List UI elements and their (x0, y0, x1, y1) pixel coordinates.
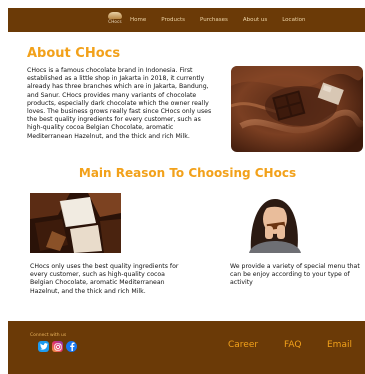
main-reason-title: Main Reason To Choosing CHocs (78, 166, 297, 180)
nav-about-us[interactable]: About us (243, 17, 267, 23)
footer-email-link[interactable]: Email (327, 340, 352, 350)
footer-career-link[interactable]: Career (228, 340, 258, 350)
chocolate-pieces-image (30, 193, 121, 253)
instagram-icon[interactable] (52, 341, 63, 352)
nav-links: Home Products Purchases About us Locatio… (130, 8, 320, 32)
top-navbar: CHocs Home Products Purchases About us L… (8, 8, 365, 32)
facebook-icon[interactable] (66, 341, 77, 352)
reason-menu-text: We provide a variety of special menu tha… (230, 263, 360, 287)
nav-home[interactable]: Home (130, 17, 146, 23)
about-title: About CHocs (27, 46, 121, 61)
logo-text: CHocs (108, 19, 122, 24)
twitter-icon[interactable] (38, 341, 49, 352)
chocs-logo[interactable]: CHocs (103, 12, 127, 28)
about-description: CHocs is a famous chocolate brand in Ind… (27, 67, 212, 140)
nav-purchases[interactable]: Purchases (200, 17, 228, 23)
nav-products[interactable]: Products (161, 17, 185, 23)
social-links (38, 341, 77, 352)
footer-faq-link[interactable]: FAQ (284, 340, 301, 350)
chocolate-logo-icon (108, 12, 122, 19)
connect-label: Connect with us (30, 333, 67, 338)
reason-ingredients-text: CHocs only uses the best quality ingredi… (30, 263, 179, 295)
woman-eating-chocolate-image (231, 193, 318, 253)
melted-chocolate-image (231, 66, 363, 152)
nav-location[interactable]: Location (282, 17, 305, 23)
